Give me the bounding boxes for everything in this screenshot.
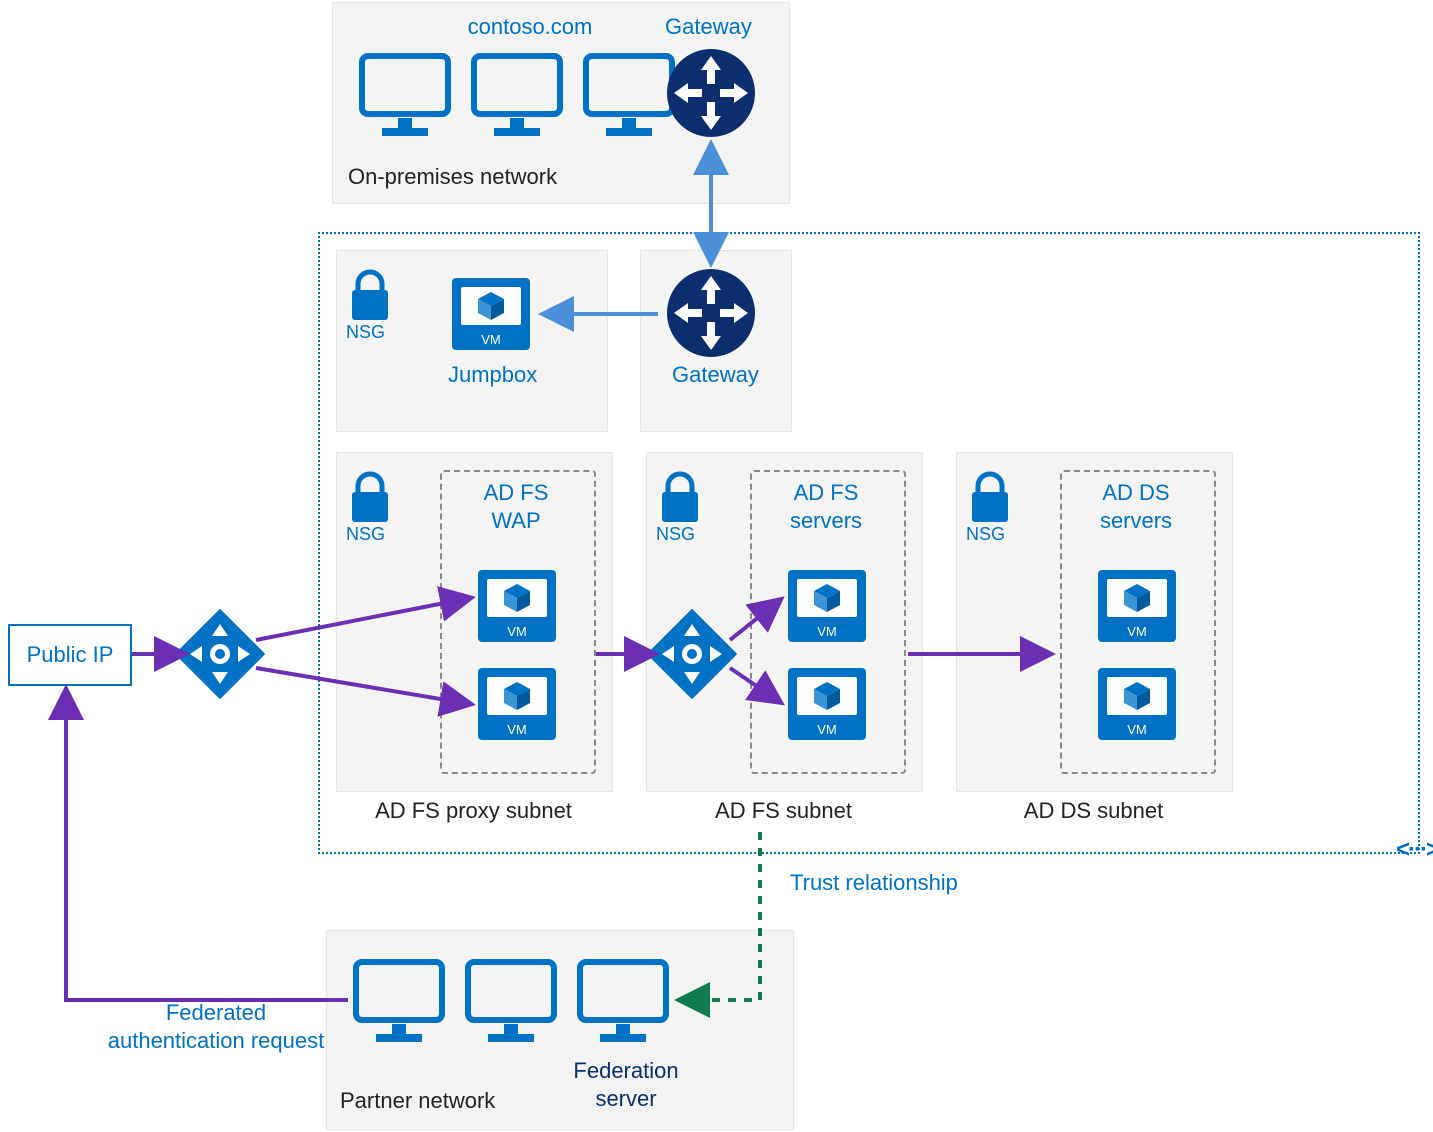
adds-title1: AD DS [1076, 480, 1196, 506]
adfs-title2: servers [766, 508, 886, 534]
adds-caption: AD DS subnet [956, 798, 1231, 824]
vnet-resize-handle-icon: <···> [1396, 836, 1433, 864]
wap-caption: AD FS proxy subnet [336, 798, 611, 824]
wap-title2: WAP [456, 508, 576, 534]
onprem-caption: On-premises network [348, 164, 557, 190]
jumpbox-label: Jumpbox [448, 362, 537, 388]
federation-server-l1: Federation [556, 1058, 696, 1084]
adfs-nsg-label: NSG [656, 524, 695, 545]
onprem-title: contoso.com [430, 14, 630, 40]
partner-caption: Partner network [340, 1088, 495, 1114]
federation-server-l2: server [556, 1086, 696, 1112]
federated-auth-l2: authentication request [86, 1028, 346, 1054]
adds-title2: servers [1076, 508, 1196, 534]
azure-gateway-box [640, 250, 792, 432]
wap-title1: AD FS [456, 480, 576, 506]
jumpbox-nsg-label: NSG [346, 322, 385, 343]
adfs-caption: AD FS subnet [646, 798, 921, 824]
adds-nsg-label: NSG [966, 524, 1005, 545]
load-balancer-icon [175, 609, 266, 700]
adfs-title1: AD FS [766, 480, 886, 506]
trust-relationship-label: Trust relationship [790, 870, 958, 896]
public-ip-box: Public IP [8, 624, 132, 686]
wap-nsg-label: NSG [346, 524, 385, 545]
connector-federated-auth-request [66, 690, 348, 1000]
federated-auth-l1: Federated [86, 1000, 346, 1026]
onprem-gateway-label: Gateway [665, 14, 752, 40]
azure-gateway-label: Gateway [672, 362, 759, 388]
